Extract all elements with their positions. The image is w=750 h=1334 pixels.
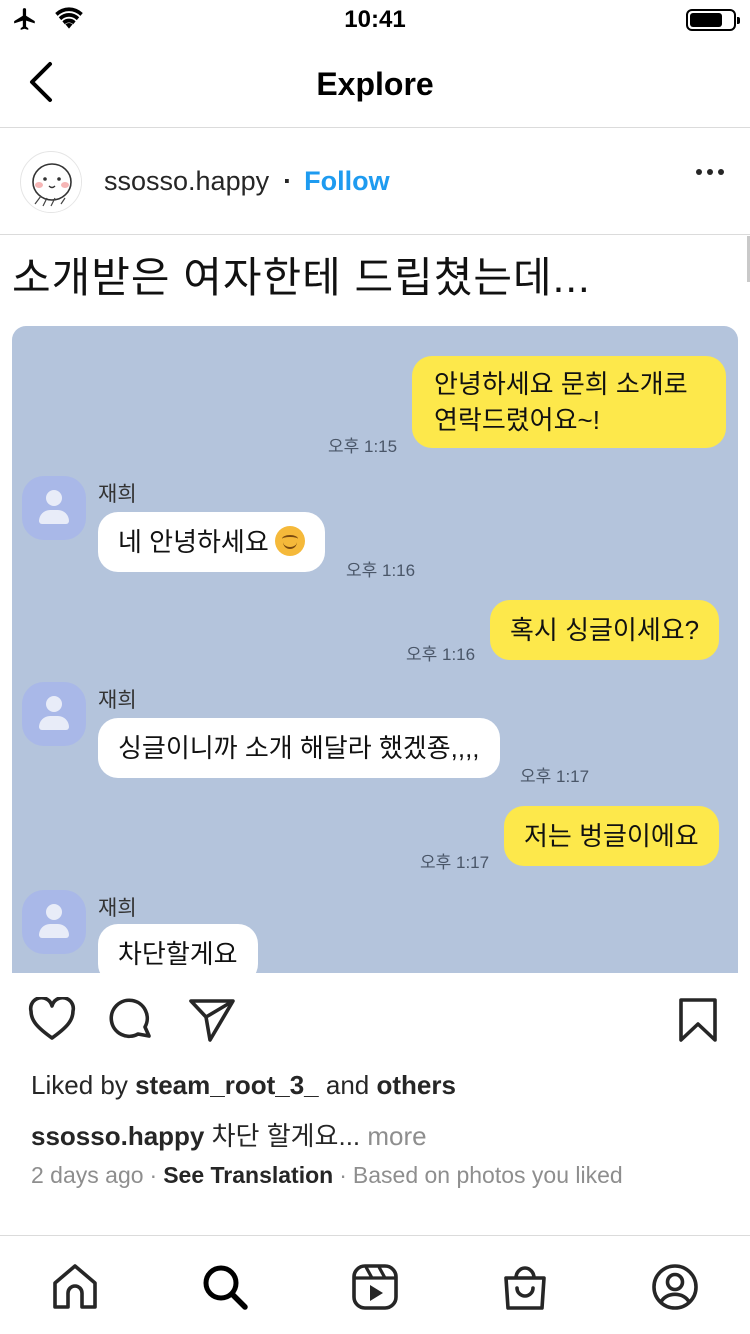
- caption-username[interactable]: ssosso.happy: [31, 1121, 204, 1151]
- chat-bubble-received: 차단할게요: [98, 924, 258, 973]
- tab-search[interactable]: [200, 1262, 250, 1312]
- chat-bubble-received: 네 안녕하세요: [98, 512, 325, 572]
- profile-icon: [652, 1264, 698, 1310]
- likes-prefix: Liked by: [31, 1070, 128, 1100]
- share-button[interactable]: [188, 997, 236, 1048]
- chat-text: 차단할게요: [118, 939, 238, 969]
- chat-sender: 재희: [98, 483, 137, 506]
- ellipsis-icon: [707, 169, 713, 175]
- shop-icon: [504, 1266, 546, 1310]
- post-user-row: ssosso.happy · Follow: [104, 166, 390, 197]
- comment-button[interactable]: [108, 997, 154, 1048]
- save-button[interactable]: [678, 997, 718, 1048]
- chat-text: 저는 벙글이에요: [524, 821, 699, 851]
- chat-text: 연락드렸어요~!: [434, 405, 600, 435]
- chat-timestamp: 오후 1:15: [328, 437, 398, 456]
- meta-separator: ·: [339, 1162, 347, 1188]
- chat-avatar: [22, 476, 86, 540]
- post-image[interactable]: 소개받은 여자한테 드립쳤는데... 안녕하세요 문희 소개로 연락드렸어요~!…: [0, 236, 750, 973]
- smiling-face-icon: [274, 526, 305, 556]
- chat-sender: 재희: [98, 689, 137, 712]
- tab-shop[interactable]: [500, 1262, 550, 1312]
- caption-more-link[interactable]: more: [367, 1121, 426, 1151]
- meta-separator: ·: [149, 1162, 158, 1188]
- avatar[interactable]: [20, 151, 82, 213]
- chat-avatar: [22, 890, 86, 954]
- caption: ssosso.happy 차단 할게요... more: [31, 1116, 427, 1153]
- tab-profile[interactable]: [650, 1262, 700, 1312]
- chat-timestamp: 오후 1:16: [346, 561, 416, 580]
- post-time-ago: 2 days ago: [31, 1162, 144, 1188]
- likes-conjunction: and: [325, 1070, 370, 1100]
- tab-home[interactable]: [50, 1262, 100, 1312]
- chat-bubble-received: 싱글이니까 소개 해달라 했겠죵,,,,: [98, 718, 500, 778]
- bookmark-icon: [679, 998, 717, 1042]
- follow-button[interactable]: Follow: [304, 166, 389, 197]
- chat-text: 싱글이니까 소개 해달라 했겠죵,,,,: [118, 733, 480, 763]
- caption-text: 차단 할게요...: [211, 1121, 361, 1151]
- status-bar: 10:41: [0, 0, 750, 40]
- home-icon: [53, 1264, 97, 1309]
- ellipsis-icon: [696, 169, 702, 175]
- liked-by-user[interactable]: steam_root_3_: [135, 1070, 319, 1100]
- chat-timestamp: 오후 1:17: [420, 853, 490, 872]
- heart-icon: [28, 995, 76, 1040]
- page-title: Explore: [316, 66, 434, 102]
- tab-bar: [0, 1235, 750, 1334]
- status-time: 10:41: [344, 6, 406, 33]
- chat-screenshot: 안녕하세요 문희 소개로 연락드렸어요~! 오후 1:15 재희 네 안녕하세요…: [12, 326, 738, 973]
- chat-text: 안녕하세요 문희 소개로: [434, 369, 688, 399]
- image-headline: 소개받은 여자한테 드립쳤는데...: [12, 254, 591, 301]
- chat-text: 혹시 싱글이세요?: [510, 615, 700, 645]
- nav-header: Explore: [0, 40, 750, 128]
- chat-timestamp: 오후 1:17: [520, 767, 590, 786]
- reels-icon: [352, 1264, 398, 1310]
- search-icon: [203, 1265, 248, 1310]
- cartoon-face-icon: [22, 153, 81, 212]
- recommendation-reason: Based on photos you liked: [352, 1162, 623, 1188]
- post-username[interactable]: ssosso.happy: [104, 166, 269, 197]
- paper-plane-icon: [189, 999, 235, 1042]
- chat-bubble-sent: 혹시 싱글이세요?: [490, 600, 720, 660]
- chat-timestamp: 오후 1:16: [406, 645, 476, 664]
- post-actions: [0, 973, 750, 1063]
- see-translation-link[interactable]: See Translation: [163, 1162, 333, 1188]
- chat-text: 네 안녕하세요: [118, 527, 269, 557]
- dot-separator: ·: [283, 166, 293, 196]
- tab-reels[interactable]: [350, 1262, 400, 1312]
- like-button[interactable]: [28, 995, 76, 1046]
- more-options-button[interactable]: [696, 169, 724, 175]
- chat-avatar: [22, 682, 86, 746]
- battery-icon: [686, 9, 740, 31]
- liked-by-others[interactable]: others: [376, 1070, 455, 1100]
- chat-sender: 재희: [98, 897, 137, 920]
- chat-bubble-sent: 저는 벙글이에요: [504, 806, 719, 866]
- post-header: ssosso.happy · Follow: [0, 129, 750, 235]
- chat-bubble-sent: 안녕하세요 문희 소개로 연락드렸어요~!: [412, 356, 726, 448]
- likes-line: Liked by steam_root_3_ and others: [31, 1070, 456, 1101]
- battery-level: [690, 13, 722, 27]
- post-meta: 2 days ago · See Translation · Based on phot…: [31, 1162, 623, 1189]
- comment-icon: [109, 998, 151, 1039]
- ellipsis-icon: [718, 169, 724, 175]
